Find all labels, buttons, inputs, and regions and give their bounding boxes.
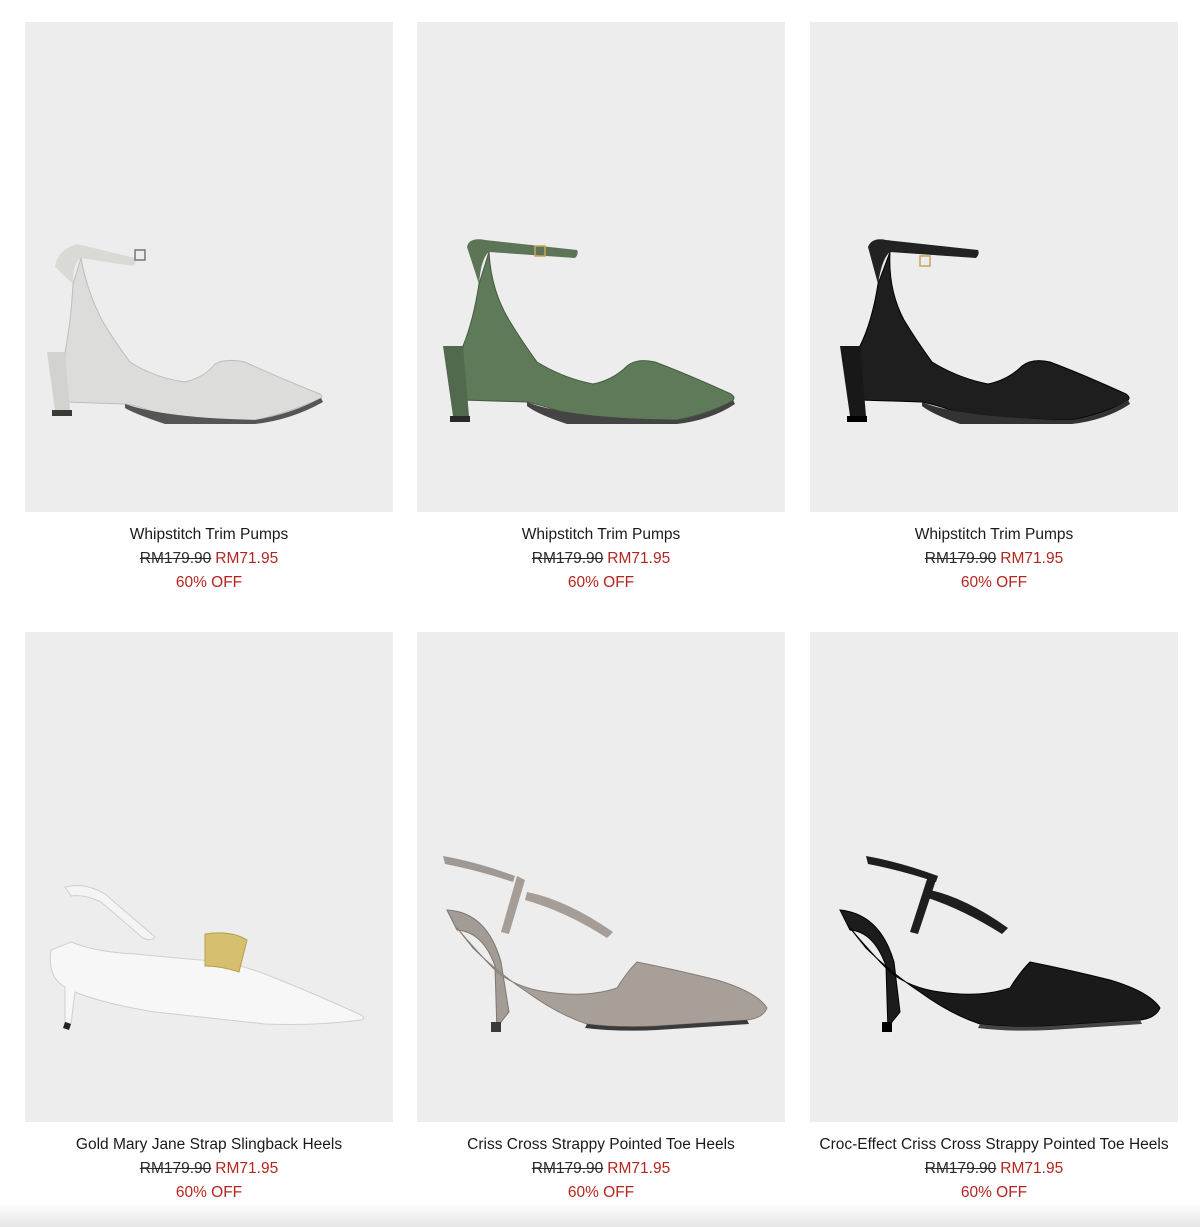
product-card[interactable]: Croc-Effect Criss Cross Strappy Pointed … [810,632,1178,1203]
product-name[interactable]: Whipstitch Trim Pumps [810,525,1178,545]
discount-label: 60% OFF [567,574,635,591]
product-name[interactable]: Gold Mary Jane Strap Slingback Heels [25,1135,393,1155]
product-card[interactable]: Whipstitch Trim Pumps RM179.90 RM71.95 60… [810,22,1178,593]
discount-label: 60% OFF [960,574,1028,591]
product-card[interactable]: Gold Mary Jane Strap Slingback Heels RM1… [25,632,393,1203]
shoe-criss-cross-taupe-image [443,856,768,1033]
price-row: RM179.90 RM71.95 [417,1159,785,1179]
sale-price: RM71.95 [607,1160,671,1177]
product-image[interactable] [417,22,785,512]
product-card[interactable]: Criss Cross Strappy Pointed Toe Heels RM… [417,632,785,1203]
price-row: RM179.90 RM71.95 [810,1159,1178,1179]
shoe-croc-criss-cross-black-image [839,856,1161,1033]
product-name[interactable]: Whipstitch Trim Pumps [25,525,393,545]
shoe-pump-green-image [443,239,735,424]
sale-price: RM71.95 [607,550,671,567]
original-price: RM179.90 [531,550,604,567]
shoe-pump-black-image [840,239,1130,424]
product-image[interactable] [25,632,393,1122]
shoe-pump-chalk-image [47,244,323,424]
sale-price: RM71.95 [215,1160,279,1177]
price-row: RM179.90 RM71.95 [25,1159,393,1179]
price-row: RM179.90 RM71.95 [417,549,785,569]
product-name[interactable]: Whipstitch Trim Pumps [417,525,785,545]
discount-label: 60% OFF [960,1184,1028,1201]
product-image[interactable] [810,632,1178,1122]
product-card[interactable]: Whipstitch Trim Pumps RM179.90 RM71.95 60… [25,22,393,593]
original-price: RM179.90 [924,1160,997,1177]
product-grid: Whipstitch Trim Pumps RM179.90 RM71.95 60… [0,0,1200,1227]
original-price: RM179.90 [924,550,997,567]
sale-price: RM71.95 [1000,1160,1064,1177]
price-row: RM179.90 RM71.95 [25,549,393,569]
product-image[interactable] [25,22,393,512]
original-price: RM179.90 [139,550,212,567]
product-name[interactable]: Croc-Effect Criss Cross Strappy Pointed … [810,1135,1178,1155]
discount-label: 60% OFF [567,1184,635,1201]
shoe-slingback-white-image [49,885,365,1030]
price-row: RM179.90 RM71.95 [810,549,1178,569]
discount-label: 60% OFF [175,574,243,591]
product-image[interactable] [810,22,1178,512]
product-name[interactable]: Criss Cross Strappy Pointed Toe Heels [417,1135,785,1155]
sale-price: RM71.95 [1000,550,1064,567]
discount-label: 60% OFF [175,1184,243,1201]
original-price: RM179.90 [139,1160,212,1177]
product-image[interactable] [417,632,785,1122]
sale-price: RM71.95 [215,550,279,567]
product-card[interactable]: Whipstitch Trim Pumps RM179.90 RM71.95 60… [417,22,785,593]
original-price: RM179.90 [531,1160,604,1177]
